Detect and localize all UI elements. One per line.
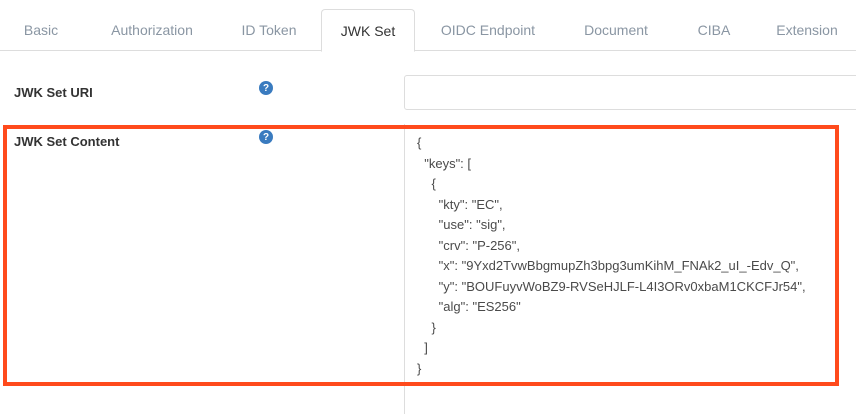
code-line: "kty": "EC",	[417, 196, 503, 212]
tab-basic[interactable]: Basic	[6, 9, 76, 51]
tab-jwk-set[interactable]: JWK Set	[321, 9, 415, 52]
tab-extension[interactable]: Extension	[764, 9, 850, 51]
jwk-set-content-label: JWK Set Content	[14, 134, 120, 149]
tab-oidc-endpoint[interactable]: OIDC Endpoint	[430, 9, 546, 51]
code-line: {	[417, 176, 436, 191]
tab-ciba[interactable]: CIBA	[684, 9, 744, 51]
code-line: {	[417, 135, 422, 150]
code-line: ]	[417, 340, 428, 355]
question-circle-icon[interactable]: ?	[259, 81, 273, 95]
tab-authorization[interactable]: Authorization	[96, 9, 208, 51]
tab-bar: Basic Authorization ID Token JWK Set OID…	[0, 0, 856, 52]
code-line: "alg": "ES256"	[417, 299, 521, 314]
code-line: }	[417, 319, 436, 335]
jwk-set-uri-label: JWK Set URI	[14, 85, 93, 100]
code-line: "x": "9Yxd2TvwBbgmupZh3bpg3umKihM_FNAk2_…	[417, 258, 799, 273]
tab-id-token[interactable]: ID Token	[226, 9, 312, 51]
question-circle-icon[interactable]: ?	[259, 130, 273, 144]
tab-document[interactable]: Document	[568, 9, 664, 51]
code-line: "use": "sig",	[417, 217, 506, 232]
jwk-set-uri-input[interactable]	[404, 75, 856, 110]
code-line: "crv": "P-256",	[417, 237, 520, 253]
jwk-set-content-textarea[interactable]: { "keys": [ { "kty": "EC", "use": "sig",…	[404, 124, 856, 414]
code-line: }	[417, 360, 422, 376]
code-line: "y": "BOUFuyvWoBZ9-RVSeHJLF-L4I3ORv0xbaM…	[417, 278, 806, 294]
code-line: "keys": [	[417, 155, 472, 171]
